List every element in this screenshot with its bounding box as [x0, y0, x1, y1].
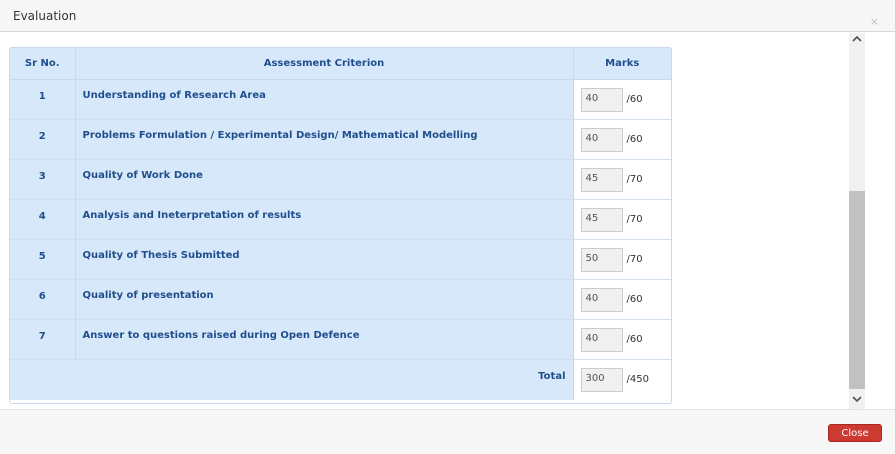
total-row: Total 300/450: [10, 359, 671, 400]
column-header-sr-no: Sr No.: [10, 48, 76, 80]
table-header-row: Sr No. Assessment Criterion Marks: [10, 48, 671, 80]
max-marks: /70: [626, 214, 643, 225]
sr-no-cell: 1: [10, 79, 76, 120]
dialog-body: Sr No. Assessment Criterion Marks 1 Unde…: [0, 33, 895, 409]
marks-cell: 45/70: [573, 159, 671, 200]
chevron-down-icon[interactable]: [849, 393, 865, 409]
table-row: 4 Analysis and Ineterpretation of result…: [10, 199, 671, 240]
close-button[interactable]: Close: [828, 424, 882, 442]
criterion-cell: Analysis and Ineterpretation of results: [75, 199, 574, 240]
total-max-marks: /450: [626, 374, 649, 386]
sr-no-cell: 4: [10, 199, 76, 240]
total-label: Total: [10, 359, 574, 400]
marks-cell: 40/60: [573, 279, 671, 320]
marks-input[interactable]: 45: [580, 207, 623, 232]
sr-no-cell: 3: [10, 159, 76, 200]
total-marks-cell: 300/450: [573, 359, 671, 400]
sr-no-cell: 6: [10, 279, 76, 320]
marks-input[interactable]: 40: [580, 287, 623, 312]
table-row: 6 Quality of presentation 40/60: [10, 279, 671, 320]
criterion-cell: Answer to questions raised during Open D…: [75, 319, 574, 360]
marks-cell: 45/70: [573, 199, 671, 240]
sr-no-cell: 5: [10, 239, 76, 280]
marks-cell: 40/60: [573, 79, 671, 120]
column-header-marks: Marks: [573, 48, 671, 80]
marks-input[interactable]: 45: [580, 167, 623, 192]
scrollbar-thumb[interactable]: [849, 191, 865, 389]
marks-input[interactable]: 40: [580, 87, 623, 112]
close-icon[interactable]: ×: [870, 16, 879, 27]
sr-no-cell: 7: [10, 319, 76, 360]
max-marks: /70: [626, 174, 643, 185]
table-row: 1 Understanding of Research Area 40/60: [10, 79, 671, 120]
table-row: 3 Quality of Work Done 45/70: [10, 159, 671, 200]
marks-cell: 40/60: [573, 319, 671, 360]
evaluation-table: Sr No. Assessment Criterion Marks 1 Unde…: [9, 47, 672, 404]
marks-input[interactable]: 40: [580, 327, 623, 352]
dialog-footer: Close: [0, 409, 895, 454]
max-marks: /60: [626, 134, 643, 145]
criterion-cell: Problems Formulation / Experimental Desi…: [75, 119, 574, 160]
marks-cell: 40/60: [573, 119, 671, 160]
column-header-criterion: Assessment Criterion: [75, 48, 574, 80]
max-marks: /70: [626, 254, 643, 265]
chevron-up-icon[interactable]: [849, 33, 865, 49]
dialog-title: Evaluation: [13, 9, 77, 23]
table-row: 5 Quality of Thesis Submitted 50/70: [10, 239, 671, 280]
max-marks: /60: [626, 294, 643, 305]
sr-no-cell: 2: [10, 119, 76, 160]
criterion-cell: Quality of Thesis Submitted: [75, 239, 574, 280]
max-marks: /60: [626, 334, 643, 345]
max-marks: /60: [626, 94, 643, 105]
table-row: 7 Answer to questions raised during Open…: [10, 319, 671, 360]
dialog-header: Evaluation ×: [0, 0, 895, 32]
vertical-scrollbar[interactable]: [849, 33, 865, 409]
criterion-cell: Understanding of Research Area: [75, 79, 574, 120]
total-marks-input: 300: [580, 367, 623, 392]
table-row: 2 Problems Formulation / Experimental De…: [10, 119, 671, 160]
criterion-cell: Quality of Work Done: [75, 159, 574, 200]
marks-cell: 50/70: [573, 239, 671, 280]
criterion-cell: Quality of presentation: [75, 279, 574, 320]
marks-input[interactable]: 40: [580, 127, 623, 152]
marks-input[interactable]: 50: [580, 247, 623, 272]
